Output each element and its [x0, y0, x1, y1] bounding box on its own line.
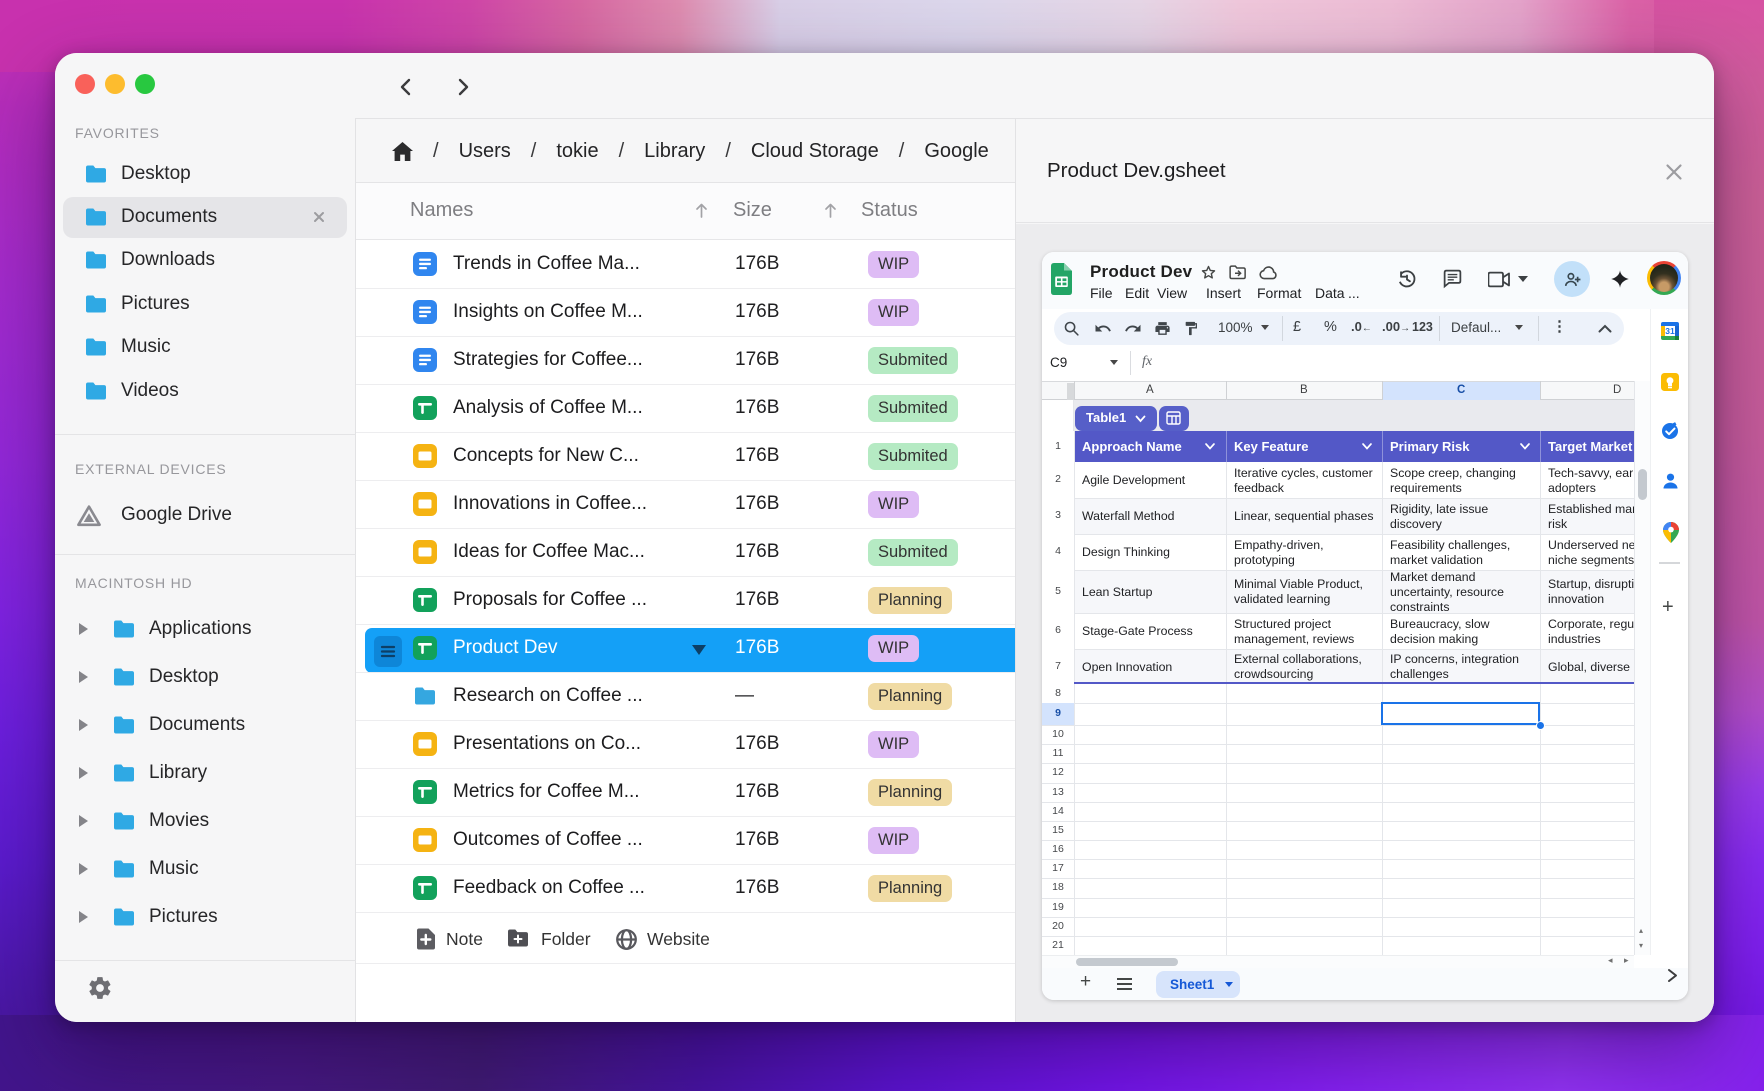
svg-text:31: 31	[1665, 326, 1675, 336]
